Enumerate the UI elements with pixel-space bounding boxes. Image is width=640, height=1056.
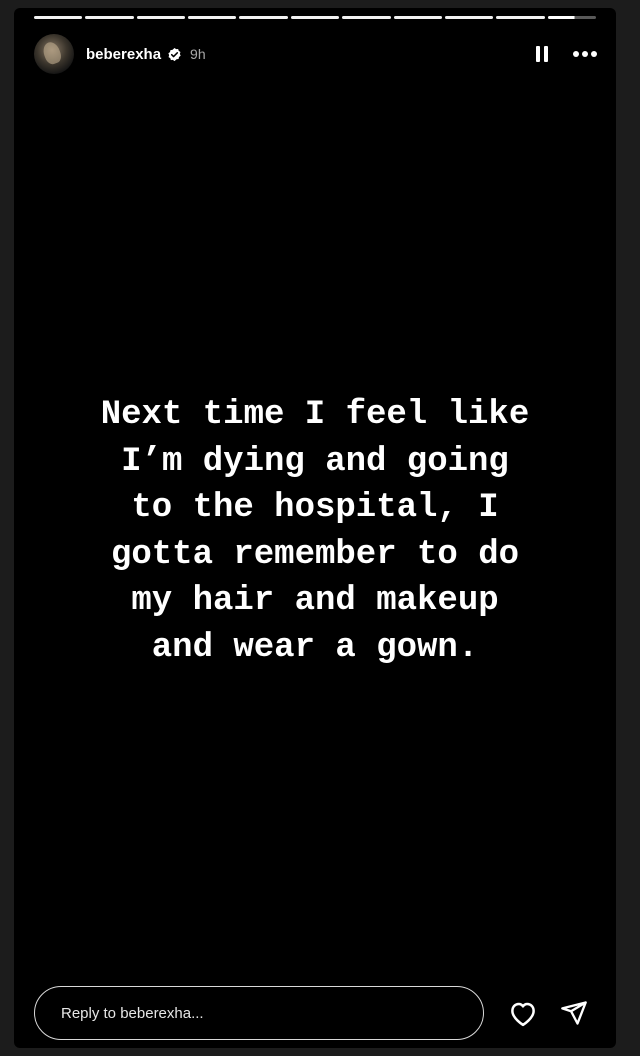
footer-actions bbox=[508, 999, 588, 1027]
progress-segment bbox=[136, 16, 186, 19]
story-footer: Reply to beberexha... bbox=[34, 985, 598, 1041]
reply-placeholder: Reply to beberexha... bbox=[61, 1004, 204, 1022]
progress-segment bbox=[188, 16, 237, 19]
progress-segment bbox=[342, 16, 391, 19]
heart-icon[interactable] bbox=[508, 999, 538, 1027]
progress-segment bbox=[393, 16, 442, 19]
post-time: 9h bbox=[190, 46, 206, 62]
story-text-line: and wear a gown. bbox=[151, 628, 479, 667]
progress-segment-current bbox=[547, 16, 596, 19]
progress-segment bbox=[496, 16, 545, 19]
progress-segment bbox=[444, 16, 494, 19]
story-progress-bar bbox=[34, 16, 596, 19]
story-text-line: to the hospital, I bbox=[131, 489, 499, 528]
progress-segment bbox=[85, 16, 134, 19]
avatar[interactable] bbox=[34, 34, 74, 74]
story-text-line: gotta remember to do bbox=[110, 535, 520, 574]
verified-badge-icon bbox=[167, 47, 182, 62]
viewer-frame: beberexha 9h Next time I feel like I’m d… bbox=[0, 0, 640, 1056]
story-text: Next time I feel like I’m dying and goin… bbox=[14, 392, 616, 672]
more-options-icon[interactable] bbox=[572, 50, 598, 58]
story-text-line: my hair and makeup bbox=[131, 582, 499, 621]
progress-segment bbox=[239, 16, 288, 19]
progress-segment bbox=[290, 16, 340, 19]
story-text-line: Next time I feel like bbox=[100, 396, 530, 434]
reply-input[interactable]: Reply to beberexha... bbox=[34, 986, 484, 1040]
progress-segment bbox=[34, 16, 83, 19]
header-actions bbox=[534, 45, 598, 63]
send-icon[interactable] bbox=[560, 999, 588, 1027]
story-card[interactable]: beberexha 9h Next time I feel like I’m d… bbox=[14, 8, 616, 1048]
pause-icon[interactable] bbox=[534, 45, 550, 63]
story-text-line: I’m dying and going bbox=[121, 442, 509, 481]
story-header: beberexha 9h bbox=[34, 34, 598, 74]
username[interactable]: beberexha bbox=[86, 46, 161, 63]
